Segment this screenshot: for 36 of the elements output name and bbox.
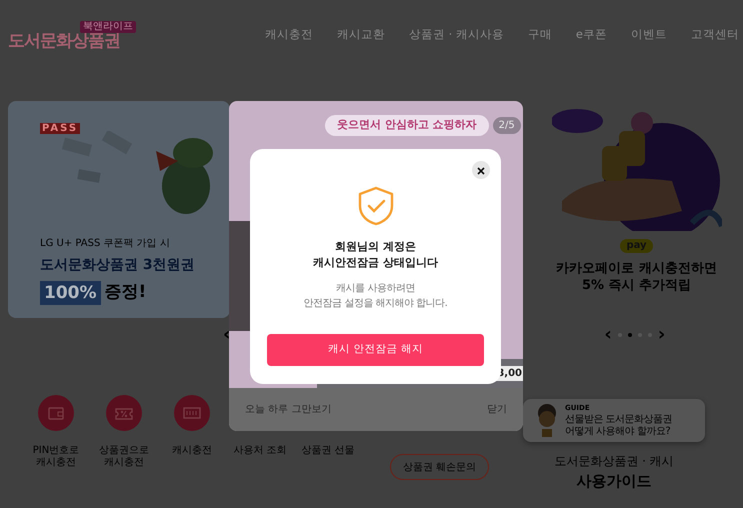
prev-arrow[interactable]: ‹ — [223, 326, 230, 344]
banner-text: 증정! — [104, 281, 146, 304]
brand-logo: PASS — [40, 123, 80, 134]
logo[interactable]: 도서문화상품권 — [8, 32, 136, 50]
nav-link[interactable]: 고객센터 — [691, 26, 739, 44]
nav-link[interactable]: 구매 — [528, 26, 552, 44]
nav-link[interactable]: 상품권 · 캐시사용 — [408, 26, 504, 44]
inquiry-button[interactable]: 상품권 훼손문의 — [390, 454, 490, 480]
nav-link[interactable]: e쿠폰 — [576, 26, 607, 44]
carousel-dot[interactable] — [628, 333, 632, 337]
guide-subtitle: 도서문화상품권 · 캐시 — [554, 452, 674, 470]
close-icon[interactable] — [472, 161, 490, 179]
cash-card-icon[interactable] — [174, 395, 210, 431]
banner-text: LG U+ PASS 쿠폰팩 가입 시 — [40, 237, 171, 251]
banner-headline: 카카오페이로 캐시충전하면 5% 즉시 추가적립 — [556, 261, 717, 295]
dialog-message: 캐시를 사용하려면 안전잠금 설정을 해지해야 합니다. — [304, 282, 448, 311]
nav-link[interactable]: 캐시충전 — [264, 26, 313, 44]
nav-link[interactable]: 이벤트 — [631, 26, 667, 44]
coupon-icon[interactable] — [106, 395, 142, 431]
nav-link[interactable]: 캐시교환 — [336, 26, 385, 44]
banner-card[interactable]: PASS LG U+ PASS 쿠폰팩 가입 시 도서문화상품권 3천원권 100% 증정! — [8, 101, 230, 318]
guide-title: 사용가이드 — [576, 470, 652, 492]
shield-check-icon — [356, 186, 394, 226]
prev-arrow[interactable]: ‹ — [604, 326, 612, 344]
wallet-icon[interactable] — [38, 395, 74, 431]
dismiss-today-link[interactable]: 오늘 하루 그만보기 — [245, 402, 332, 417]
next-arrow[interactable]: › — [658, 326, 666, 344]
logo-badge: 북앤라이프 — [80, 20, 136, 32]
promo-headline: 웃으면서 안심하고 쇼핑하자 — [325, 115, 489, 136]
close-link[interactable]: 닫기 — [487, 402, 507, 417]
slide-counter: 2/5 — [492, 116, 521, 134]
guide-question: 선물받은 도서문화상품권 어떻게 사용해야 할까요? — [565, 414, 672, 438]
banner-headline: 도서문화상품권 3천원권 — [40, 256, 196, 275]
highlight-badge: 100% — [40, 280, 101, 305]
unlock-button[interactable]: 캐시 안전잠금 해지 — [267, 334, 484, 366]
dialog-title: 회원님의 계정은 캐시안전잠금 상태입니다 — [313, 239, 438, 271]
